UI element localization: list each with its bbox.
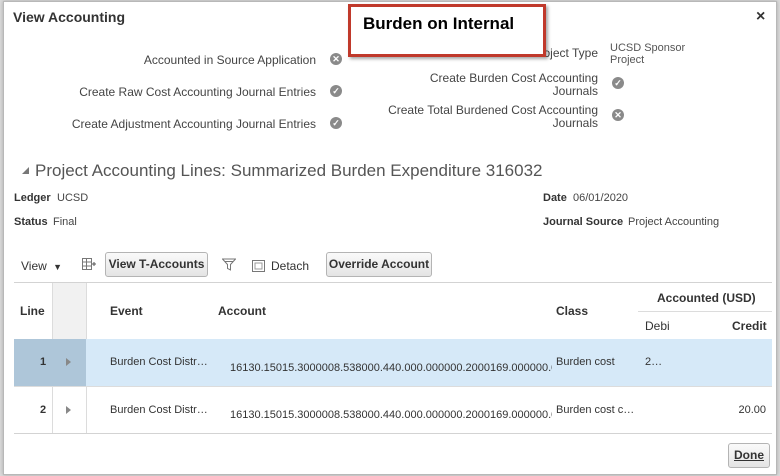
callout-text: Burden on Internal <box>363 14 515 33</box>
row-1-class: Burden cost <box>556 356 615 368</box>
done-button[interactable]: Done <box>728 443 770 468</box>
view-menu-label: View <box>21 259 47 273</box>
row-1-line: 1 <box>40 356 47 368</box>
row-1-header-cell <box>14 339 86 386</box>
detach-icon <box>252 260 265 272</box>
column-header-event[interactable]: Event <box>110 304 143 318</box>
journal-source-value: Project Accounting <box>628 216 720 228</box>
x-circle-icon: ✕ <box>612 109 624 121</box>
burden-cost-journals-label-line2: Journals <box>552 84 598 98</box>
column-header-credit[interactable]: Credit <box>732 319 767 333</box>
section-title: Project Accounting Lines: Summarized Bur… <box>35 161 543 180</box>
burden-cost-journals-label: Create Burden Cost Accounting Journals <box>388 72 598 98</box>
row-2-event: Burden Cost Distr… <box>110 404 208 416</box>
row-expand-icon[interactable] <box>66 406 71 414</box>
journal-source-label: Journal Source <box>543 216 624 228</box>
section-header[interactable]: Project Accounting Lines: Summarized Bur… <box>22 161 542 181</box>
view-accounting-dialog: View Accounting × Accounted in Source Ap… <box>3 1 777 475</box>
override-account-button[interactable]: Override Account <box>326 252 432 277</box>
x-circle-icon: ✕ <box>330 53 342 65</box>
row-2-credit: 20.00 <box>738 404 766 416</box>
status-value: Final <box>53 216 77 228</box>
close-icon[interactable]: × <box>756 8 765 26</box>
project-type-value: UCSD Sponsor Project <box>610 42 685 66</box>
column-header-class[interactable]: Class <box>556 304 588 318</box>
row-1-account: 16130.15015.3000008.538000.440.000.00000… <box>230 362 552 374</box>
row-2-line: 2 <box>40 404 47 416</box>
row-2-class: Burden cost c… <box>556 404 635 416</box>
project-type-value-line1: UCSD Sponsor <box>610 42 686 54</box>
accounted-in-source-label: Accounted in Source Application <box>143 53 316 67</box>
column-header-debit[interactable]: Debi <box>645 319 670 333</box>
status-label: Status <box>14 216 48 228</box>
accounting-lines-table: Line Event Account Class Accounted (USD)… <box>14 282 772 434</box>
column-header-line[interactable]: Line <box>20 304 45 318</box>
column-header-accounted-usd: Accounted (USD) <box>657 291 756 305</box>
row-1-event: Burden Cost Distr… <box>110 356 208 368</box>
row-header-column <box>53 283 86 339</box>
check-circle-icon: ✓ <box>612 77 624 89</box>
done-button-label: Done <box>734 448 764 462</box>
caret-down-icon: ▼ <box>53 262 63 272</box>
ledger-value: UCSD <box>57 192 89 204</box>
row-2-account: 16130.15015.3000008.538000.440.000.00000… <box>230 409 552 421</box>
date-label: Date <box>543 192 567 204</box>
detach-label: Detach <box>271 259 310 273</box>
view-t-accounts-button[interactable]: View T-Accounts <box>105 252 208 277</box>
total-burdened-journals-label-line2: Journals <box>552 116 598 130</box>
column-header-account[interactable]: Account <box>218 304 266 318</box>
adjustment-entries-label: Create Adjustment Accounting Journal Ent… <box>71 117 316 131</box>
check-circle-icon: ✓ <box>330 85 342 97</box>
annotation-callout: Burden on Internal <box>348 4 546 57</box>
view-menu[interactable]: View ▼ <box>21 259 62 273</box>
row-expand-icon[interactable] <box>66 358 71 366</box>
collapse-icon[interactable] <box>22 167 29 174</box>
date-value: 06/01/2020 <box>573 192 629 204</box>
project-type-value-line2: Project <box>610 54 645 66</box>
total-burdened-journals-label: Create Total Burdened Cost Accounting Jo… <box>368 104 598 130</box>
dialog-title: View Accounting <box>13 9 126 25</box>
check-circle-icon: ✓ <box>330 117 342 129</box>
detach-control[interactable]: Detach <box>252 259 309 273</box>
row-1-debit: 2… <box>645 356 663 368</box>
raw-cost-entries-label: Create Raw Cost Accounting Journal Entri… <box>79 85 316 99</box>
ledger-label: Ledger <box>14 192 51 204</box>
query-by-example-icon[interactable] <box>222 258 236 271</box>
freeze-columns-icon[interactable] <box>82 258 96 271</box>
